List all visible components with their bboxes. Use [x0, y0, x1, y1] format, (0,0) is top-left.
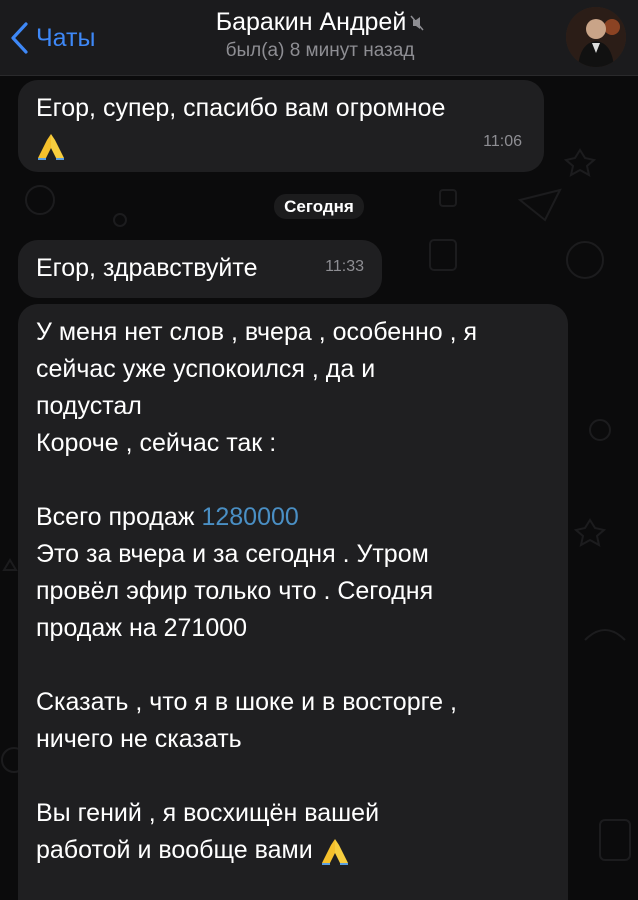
- back-label: Чаты: [36, 23, 96, 52]
- message-line: работой и вообще вами: [36, 832, 550, 869]
- message-text: Егор, здравствуйте: [36, 254, 258, 282]
- message-time: 11:33: [325, 258, 364, 275]
- avatar[interactable]: [566, 7, 626, 67]
- folded-hands-icon: [38, 134, 64, 161]
- chat-title: Баракин Андрей: [215, 8, 407, 36]
- message-line: Короче , сейчас так :: [36, 429, 277, 457]
- chat-header: Чаты Баракин Андрей был(а) 8 минут назад: [0, 0, 638, 76]
- message-line-text: работой и вообще вами: [36, 836, 313, 864]
- message-time: 11:06: [483, 133, 522, 150]
- message-line: Вы гений , я восхищён вашей: [36, 799, 380, 827]
- message-line: ничего не сказать: [36, 725, 242, 753]
- message-line: [36, 462, 550, 499]
- folded-hands-icon: [321, 839, 348, 866]
- back-to-chats-button[interactable]: Чаты: [10, 20, 95, 56]
- message-line: провёл эфир только что . Сегодня: [36, 577, 434, 605]
- message-bubble[interactable]: Егор, супер, спасибо вам огромное 11:06: [18, 80, 544, 172]
- message-text: Егор, супер, спасибо вам огромное: [36, 94, 446, 122]
- phone-number-link[interactable]: 1280000: [201, 503, 298, 531]
- message-line: подустал: [36, 392, 142, 420]
- date-separator-label: Сегодня: [274, 194, 364, 219]
- message-bubble[interactable]: Егор, здравствуйте 11:33: [18, 240, 382, 298]
- message-line: Всего продаж 1280000: [36, 499, 550, 536]
- message-line: Сказать , что я в шоке и в восторге ,: [36, 688, 457, 716]
- message-line: Это за вчера и за сегодня . Утром: [36, 540, 429, 568]
- message-bubble[interactable]: У меня нет слов , вчера , особенно , я с…: [18, 304, 568, 900]
- message-line: продаж на 271000: [36, 614, 248, 642]
- chat-title-area[interactable]: Баракин Андрей был(а) 8 минут назад: [150, 8, 490, 62]
- message-line: [36, 758, 550, 795]
- muted-icon: [410, 15, 424, 30]
- message-line: [36, 647, 550, 684]
- last-seen-status: был(а) 8 минут назад: [225, 40, 415, 61]
- message-line: У меня нет слов , вчера , особенно , я: [36, 318, 478, 346]
- message-line: сейчас уже успокоился , да и: [36, 355, 376, 383]
- date-separator: Сегодня: [0, 194, 638, 219]
- chevron-left-icon: [11, 22, 28, 54]
- message-line-text: Всего продаж: [36, 503, 195, 531]
